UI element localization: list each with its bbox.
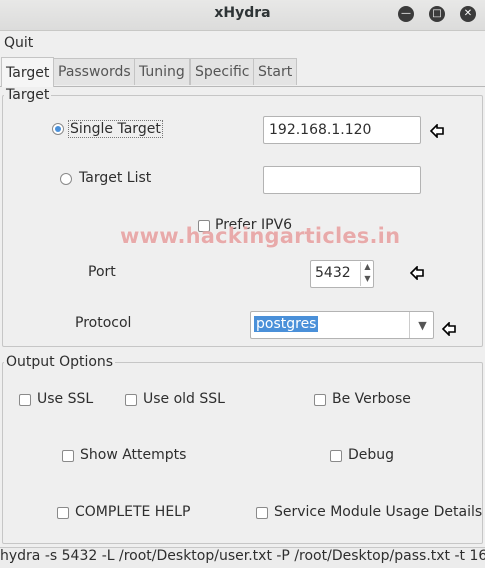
- be-verbose-label[interactable]: Be Verbose: [332, 391, 411, 407]
- target-frame-title: Target: [4, 87, 52, 103]
- arrow-left-icon: [442, 322, 456, 336]
- use-ssl-checkbox[interactable]: [19, 394, 31, 406]
- complete-help-label[interactable]: COMPLETE HELP: [75, 504, 190, 520]
- show-attempts-label[interactable]: Show Attempts: [80, 447, 186, 463]
- port-spinbox[interactable]: 5432 ▲ ▼: [310, 260, 374, 288]
- use-old-ssl-checkbox[interactable]: [125, 394, 137, 406]
- arrow-left-icon: [430, 124, 444, 138]
- use-old-ssl-label[interactable]: Use old SSL: [143, 391, 225, 407]
- service-module-checkbox[interactable]: [256, 507, 268, 519]
- tab-specific[interactable]: Specific: [190, 58, 255, 85]
- close-icon[interactable]: ✕: [460, 6, 476, 22]
- protocol-combobox[interactable]: postgres ▼: [250, 311, 434, 339]
- arrow-left-icon: [410, 266, 424, 280]
- target-list-input[interactable]: [263, 166, 421, 194]
- tab-start[interactable]: Start: [253, 58, 298, 85]
- minimize-icon[interactable]: —: [398, 6, 414, 22]
- show-attempts-checkbox[interactable]: [62, 450, 74, 462]
- spin-down-icon[interactable]: ▼: [360, 274, 374, 286]
- command-status-bar: hydra -s 5432 -L /root/Desktop/user.txt …: [0, 547, 485, 568]
- port-value[interactable]: 5432: [315, 265, 351, 281]
- use-ssl-label[interactable]: Use SSL: [37, 391, 93, 407]
- protocol-value[interactable]: postgres: [254, 316, 319, 332]
- single-target-radio[interactable]: [52, 123, 64, 135]
- tab-target[interactable]: Target: [1, 57, 55, 87]
- single-target-input[interactable]: [263, 116, 421, 144]
- tab-passwords[interactable]: Passwords: [53, 58, 136, 85]
- spin-up-icon[interactable]: ▲: [360, 262, 374, 274]
- maximize-icon[interactable]: □: [429, 6, 445, 22]
- target-list-radio[interactable]: [60, 173, 72, 185]
- single-target-label[interactable]: Single Target: [68, 120, 163, 138]
- debug-checkbox[interactable]: [330, 450, 342, 462]
- tab-bar: Target Passwords Tuning Specific Start: [0, 56, 485, 87]
- menu-item-quit[interactable]: Quit: [4, 35, 33, 51]
- title-bar[interactable]: xHydra — □ ✕: [0, 0, 485, 31]
- watermark-text: www.hackingarticles.in: [120, 224, 401, 248]
- chevron-down-icon[interactable]: ▼: [409, 312, 435, 338]
- target-list-label[interactable]: Target List: [79, 170, 151, 186]
- output-options-title: Output Options: [4, 354, 116, 370]
- menu-bar: Quit: [0, 31, 485, 55]
- service-module-label[interactable]: Service Module Usage Details: [274, 504, 482, 520]
- port-label: Port: [88, 264, 116, 280]
- protocol-label: Protocol: [75, 315, 132, 331]
- complete-help-checkbox[interactable]: [57, 507, 69, 519]
- debug-label[interactable]: Debug: [348, 447, 394, 463]
- tab-tuning[interactable]: Tuning: [134, 58, 190, 85]
- be-verbose-checkbox[interactable]: [314, 394, 326, 406]
